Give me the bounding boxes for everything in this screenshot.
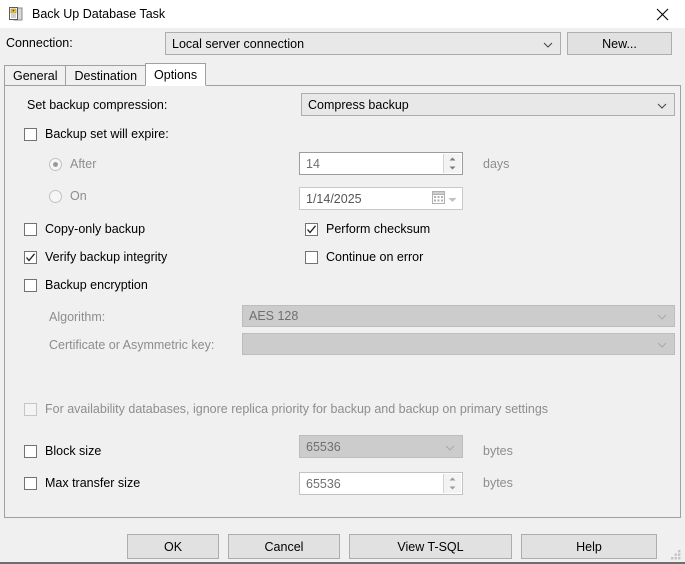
certificate-combo <box>242 333 675 355</box>
connection-label: Connection: <box>6 36 73 50</box>
backup-set-expire-label: Backup set will expire: <box>45 127 169 141</box>
perform-checksum-checkbox[interactable]: Perform checksum <box>305 222 430 236</box>
verify-backup-integrity-checkbox[interactable]: Verify backup integrity <box>24 250 167 264</box>
compression-value: Compress backup <box>308 97 409 112</box>
chevron-down-icon <box>657 311 667 321</box>
expire-after-days-spinner[interactable]: 14 <box>299 152 463 175</box>
expire-on-label: On <box>70 189 87 203</box>
spinner-up-icon[interactable] <box>444 154 461 164</box>
block-size-value: 65536 <box>306 439 341 454</box>
algorithm-combo: AES 128 <box>242 305 675 327</box>
certificate-label: Certificate or Asymmetric key: <box>49 338 215 352</box>
days-unit-label: days <box>483 157 510 171</box>
verify-backup-integrity-label: Verify backup integrity <box>45 250 168 264</box>
expire-on-radio[interactable]: On <box>49 189 87 203</box>
max-transfer-size-units-label: bytes <box>483 476 513 490</box>
tab-destination-label: Destination <box>74 68 138 83</box>
checkbox-box <box>24 250 37 264</box>
window-title: Back Up Database Task <box>32 7 166 21</box>
availability-replica-priority-checkbox: For availability databases, ignore repli… <box>24 402 548 416</box>
continue-on-error-checkbox[interactable]: Continue on error <box>305 250 423 264</box>
radio-box <box>49 189 62 203</box>
perform-checksum-label: Perform checksum <box>326 222 431 236</box>
checkbox-box <box>24 444 37 458</box>
date-picker-controls[interactable] <box>432 190 457 207</box>
checkbox-box <box>24 127 37 141</box>
checkbox-box <box>24 476 37 490</box>
chevron-down-icon[interactable] <box>448 192 457 206</box>
close-icon[interactable] <box>639 0 685 28</box>
copy-only-backup-checkbox[interactable]: Copy-only backup <box>24 222 145 236</box>
backup-encryption-checkbox[interactable]: Backup encryption <box>24 278 148 292</box>
tab-destination[interactable]: Destination <box>65 65 147 85</box>
radio-box <box>49 157 62 171</box>
tab-options-label: Options <box>154 67 198 82</box>
max-transfer-size-value: 65536 <box>306 476 341 491</box>
backup-set-expire-checkbox[interactable]: Backup set will expire: <box>24 127 169 141</box>
new-connection-button[interactable]: New... <box>567 32 672 55</box>
block-size-combo: 65536 <box>299 435 463 458</box>
expire-after-label: After <box>70 157 97 171</box>
backup-encryption-label: Backup encryption <box>45 278 148 292</box>
continue-on-error-label: Continue on error <box>326 250 424 264</box>
expire-on-date-picker[interactable]: 1/14/2025 <box>299 187 463 210</box>
ok-button[interactable]: OK <box>127 534 219 559</box>
block-size-label: Block size <box>45 444 102 458</box>
block-size-checkbox[interactable]: Block size <box>24 444 101 458</box>
title-bar: Back Up Database Task <box>0 0 685 28</box>
cancel-button[interactable]: Cancel <box>228 534 340 559</box>
resize-grip[interactable] <box>668 547 682 561</box>
chevron-down-icon <box>543 39 553 49</box>
spinner-buttons <box>443 474 461 493</box>
spinner-down-icon <box>444 484 461 494</box>
view-tsql-button[interactable]: View T-SQL <box>349 534 512 559</box>
checkbox-box <box>24 278 37 292</box>
options-panel: Set backup compression: Compress backup … <box>4 85 681 518</box>
backup-task-icon <box>8 6 24 22</box>
tab-options[interactable]: Options <box>145 63 207 86</box>
checkbox-box <box>305 250 318 264</box>
spinner-buttons[interactable] <box>443 154 461 173</box>
compression-combo[interactable]: Compress backup <box>301 93 675 116</box>
compression-label: Set backup compression: <box>27 98 168 112</box>
tab-general[interactable]: General <box>4 65 67 85</box>
checkbox-box <box>305 222 318 236</box>
block-size-units-label: bytes <box>483 444 513 458</box>
expire-on-date-value: 1/14/2025 <box>306 191 362 206</box>
max-transfer-size-label: Max transfer size <box>45 476 141 490</box>
spinner-up-icon <box>444 474 461 484</box>
chevron-down-icon <box>657 339 667 349</box>
connection-value: Local server connection <box>172 36 305 51</box>
copy-only-backup-label: Copy-only backup <box>45 222 146 236</box>
max-transfer-size-spinner: 65536 <box>299 472 463 495</box>
tab-strip: General Destination Options <box>4 63 207 86</box>
connection-combo[interactable]: Local server connection <box>165 32 561 55</box>
chevron-down-icon <box>445 442 455 452</box>
algorithm-value: AES 128 <box>249 309 299 323</box>
expire-after-radio[interactable]: After <box>49 157 96 171</box>
spinner-down-icon[interactable] <box>444 164 461 174</box>
help-button[interactable]: Help <box>521 534 657 559</box>
checkbox-box <box>24 402 37 416</box>
chevron-down-icon <box>657 100 667 110</box>
availability-replica-priority-label: For availability databases, ignore repli… <box>45 402 549 416</box>
algorithm-label: Algorithm: <box>49 310 106 324</box>
expire-after-days-value: 14 <box>306 156 320 171</box>
tab-general-label: General <box>13 68 58 83</box>
calendar-icon[interactable] <box>432 190 445 207</box>
checkbox-box <box>24 222 37 236</box>
max-transfer-size-checkbox[interactable]: Max transfer size <box>24 476 140 490</box>
